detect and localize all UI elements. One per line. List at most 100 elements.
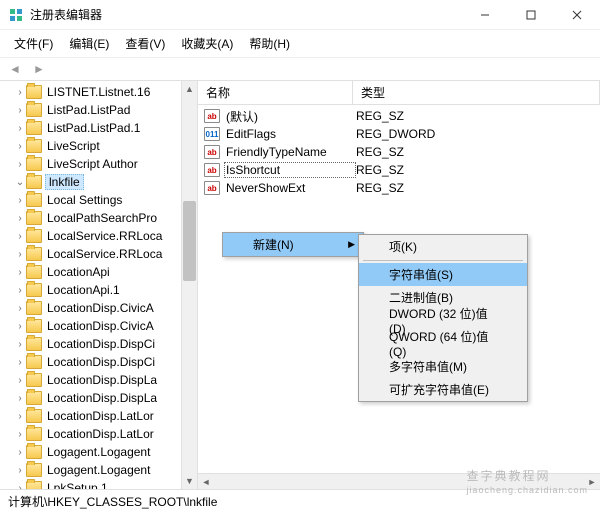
tree-item[interactable]: ›Logagent.Logagent: [14, 461, 197, 479]
col-name[interactable]: 名称: [198, 81, 353, 104]
expand-caret-icon[interactable]: ›: [14, 249, 26, 260]
expand-caret-icon[interactable]: ›: [14, 447, 26, 458]
tree-item[interactable]: › LocalPathSearchPro: [14, 209, 197, 227]
col-type[interactable]: 类型: [353, 81, 600, 104]
menu-separator: [363, 260, 523, 261]
ctx-new-string[interactable]: 字符串值(S): [359, 263, 527, 286]
scroll-down-icon[interactable]: ▼: [182, 473, 197, 489]
list-row[interactable]: ab(默认)REG_SZ: [204, 107, 594, 125]
tree-item[interactable]: ›LocationDisp.CivicA: [14, 299, 197, 317]
forward-icon[interactable]: ►: [30, 60, 48, 78]
expand-caret-icon[interactable]: ›: [14, 141, 26, 152]
tree-item[interactable]: › LocationApi: [14, 263, 197, 281]
tree-pane[interactable]: ›LISTNET.Listnet.16›ListPad.ListPad›List…: [0, 81, 198, 489]
menu-edit[interactable]: 编辑(E): [61, 32, 117, 55]
tree-item[interactable]: ⌄lnkfile: [14, 173, 197, 191]
ctx-new-key[interactable]: 项(K): [359, 235, 527, 258]
tree-item-label: LocationApi: [45, 265, 112, 279]
list-row[interactable]: abNeverShowExtREG_SZ: [204, 179, 594, 197]
context-menu[interactable]: 新建(N) ▶: [222, 232, 364, 257]
folder-icon: [26, 247, 42, 261]
expand-caret-icon[interactable]: ›: [14, 105, 26, 116]
tree-item[interactable]: ›LISTNET.Listnet.16: [14, 83, 197, 101]
menu-view[interactable]: 查看(V): [117, 32, 173, 55]
folder-icon: [26, 175, 42, 189]
tree-item[interactable]: ›ListPad.ListPad: [14, 101, 197, 119]
tree-item-label: LocationDisp.CivicA: [45, 319, 156, 333]
expand-caret-icon[interactable]: ›: [14, 267, 26, 278]
titlebar: 注册表编辑器: [0, 0, 600, 30]
folder-icon: [26, 445, 42, 459]
expand-caret-icon[interactable]: ›: [14, 159, 26, 170]
tree-item[interactable]: ›LocationDisp.LatLor: [14, 407, 197, 425]
expand-caret-icon[interactable]: ›: [14, 429, 26, 440]
tree-item[interactable]: › LiveScript: [14, 137, 197, 155]
scroll-left-icon[interactable]: ◄: [198, 477, 214, 487]
expand-caret-icon[interactable]: ›: [14, 357, 26, 368]
folder-icon: [26, 139, 42, 153]
expand-caret-icon[interactable]: ›: [14, 303, 26, 314]
tree-item[interactable]: › LocationDisp.CivicA: [14, 317, 197, 335]
menu-favorites[interactable]: 收藏夹(A): [173, 32, 241, 55]
ctx-new-multi[interactable]: 多字符串值(M): [359, 355, 527, 378]
close-button[interactable]: [554, 0, 600, 29]
tree-item[interactable]: ›LpkSetup.1: [14, 479, 197, 489]
expand-caret-icon[interactable]: ›: [14, 87, 26, 98]
value-name: IsShortcut: [224, 162, 356, 178]
context-submenu-new[interactable]: 项(K) 字符串值(S) 二进制值(B) DWORD (32 位)值(D) QW…: [358, 234, 528, 402]
menu-file[interactable]: 文件(F): [6, 32, 61, 55]
folder-icon: [26, 193, 42, 207]
expand-caret-icon[interactable]: ›: [14, 213, 26, 224]
tree-item[interactable]: ›LocalService.RRLoca: [14, 227, 197, 245]
maximize-button[interactable]: [508, 0, 554, 29]
expand-caret-icon[interactable]: ›: [14, 195, 26, 206]
back-icon[interactable]: ◄: [6, 60, 24, 78]
scroll-up-icon[interactable]: ▲: [182, 81, 197, 97]
list-row[interactable]: abFriendlyTypeNameREG_SZ: [204, 143, 594, 161]
tree-item[interactable]: ›Logagent.Logagent: [14, 443, 197, 461]
tree-item[interactable]: › ListPad.ListPad.1: [14, 119, 197, 137]
expand-caret-icon[interactable]: ›: [14, 465, 26, 476]
ctx-new-expand[interactable]: 可扩充字符串值(E): [359, 378, 527, 401]
tree-item[interactable]: ›LocationDisp.LatLor: [14, 425, 197, 443]
tree-item[interactable]: ›Local Settings: [14, 191, 197, 209]
ctx-new[interactable]: 新建(N) ▶: [223, 233, 363, 256]
expand-caret-icon[interactable]: ⌄: [14, 177, 26, 188]
folder-icon: [26, 319, 42, 333]
expand-caret-icon[interactable]: ›: [14, 411, 26, 422]
expand-caret-icon[interactable]: ›: [14, 123, 26, 134]
list-row[interactable]: 011EditFlagsREG_DWORD: [204, 125, 594, 143]
expand-caret-icon[interactable]: ›: [14, 375, 26, 386]
ctx-new-qword[interactable]: QWORD (64 位)值(Q): [359, 332, 527, 355]
tree-scrollbar[interactable]: ▲ ▼: [181, 81, 197, 489]
menu-help[interactable]: 帮助(H): [241, 32, 298, 55]
expand-caret-icon[interactable]: ›: [14, 483, 26, 490]
expand-caret-icon[interactable]: ›: [14, 393, 26, 404]
tree-item-label: ListPad.ListPad.1: [45, 121, 142, 135]
scroll-right-icon[interactable]: ►: [584, 477, 600, 487]
expand-caret-icon[interactable]: ›: [14, 285, 26, 296]
tree-item-label: LiveScript: [45, 139, 102, 153]
minimize-button[interactable]: [462, 0, 508, 29]
tree-item[interactable]: ›LocationApi.1: [14, 281, 197, 299]
folder-icon: [26, 121, 42, 135]
list-row[interactable]: abIsShortcutREG_SZ: [204, 161, 594, 179]
expand-caret-icon[interactable]: ›: [14, 321, 26, 332]
scroll-thumb[interactable]: [183, 201, 196, 281]
tree-item[interactable]: ›LocationDisp.DispLa: [14, 389, 197, 407]
tree-item[interactable]: ›LocationDisp.DispCi: [14, 353, 197, 371]
tree-item[interactable]: ›LiveScript Author: [14, 155, 197, 173]
tree-item[interactable]: ›LocationDisp.DispCi: [14, 335, 197, 353]
value-name: (默认): [224, 108, 356, 125]
folder-icon: [26, 337, 42, 351]
string-value-icon: ab: [204, 181, 220, 195]
tree-item-label: LocalPathSearchPro: [45, 211, 159, 225]
tree-item[interactable]: ›LocalService.RRLoca: [14, 245, 197, 263]
tree-item[interactable]: › LocationDisp.DispLa: [14, 371, 197, 389]
folder-icon: [26, 463, 42, 477]
app-icon: [8, 7, 24, 23]
expand-caret-icon[interactable]: ›: [14, 231, 26, 242]
tree-item-label: LocationDisp.DispLa: [45, 373, 159, 387]
list-scrollbar-h[interactable]: ◄ ►: [198, 473, 600, 489]
expand-caret-icon[interactable]: ›: [14, 339, 26, 350]
